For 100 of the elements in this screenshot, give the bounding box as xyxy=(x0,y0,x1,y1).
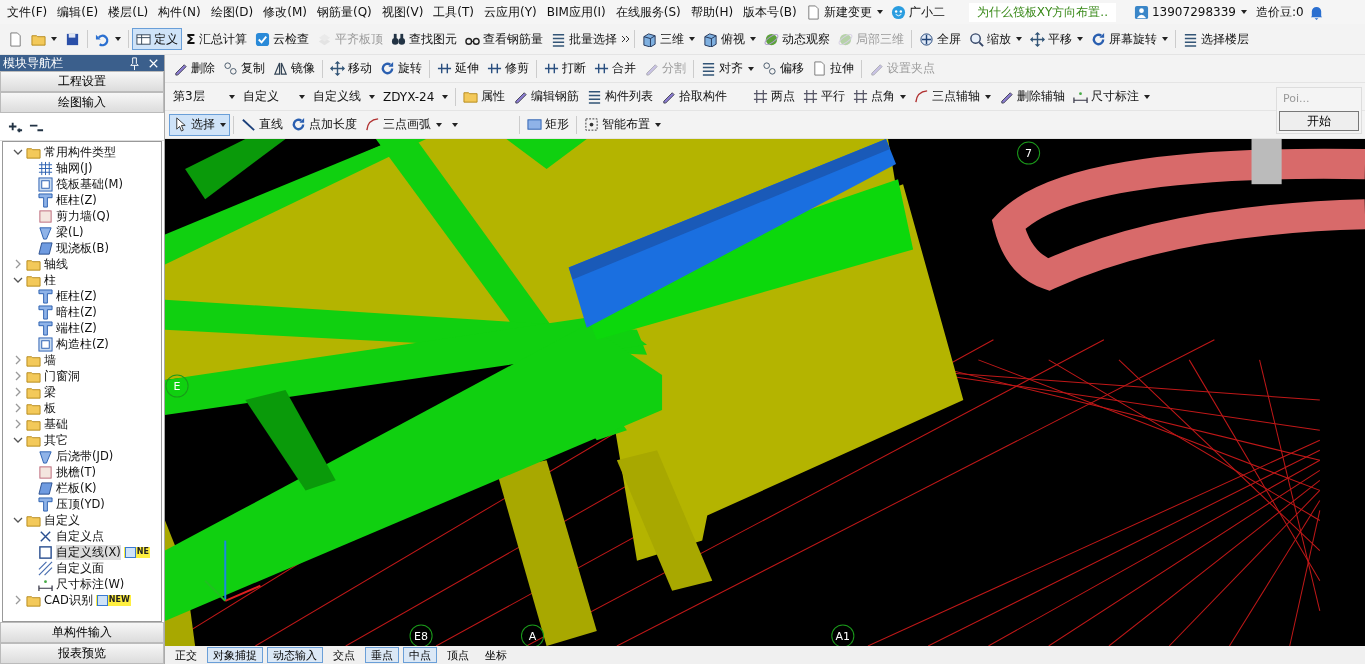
toolbar-button[interactable]: 直线 xyxy=(237,113,287,136)
dropdown-field[interactable]: ZDYX-24 xyxy=(379,86,453,107)
tree-item[interactable]: 自定义线(X) xyxy=(56,544,121,560)
expanded-chevron-icon[interactable] xyxy=(13,515,23,525)
dropdown-field[interactable]: 自定义线 xyxy=(309,86,379,107)
tree-item[interactable]: 柱 xyxy=(44,272,56,288)
toolbar-button[interactable]: 平移 xyxy=(1025,28,1087,50)
tree-item[interactable]: 现浇板(B) xyxy=(56,240,109,256)
tree-item[interactable]: 框柱(Z) xyxy=(56,192,97,208)
status-toggle[interactable]: 动态输入 xyxy=(267,647,323,663)
tree-item[interactable]: 压顶(YD) xyxy=(56,496,105,512)
toolbar-button[interactable]: 选择 xyxy=(169,113,230,136)
menu-item[interactable]: 文件(F) xyxy=(2,3,53,21)
tree-item[interactable]: 其它 xyxy=(44,432,68,448)
toolbar-button[interactable]: 查看钢筋量 xyxy=(460,28,547,50)
toolbar-button[interactable]: 三点画弧 xyxy=(361,113,446,136)
toolbar-button[interactable]: 偏移 xyxy=(758,57,808,80)
tree-item[interactable]: 基础 xyxy=(44,416,68,432)
toolbar-button[interactable]: 屏幕旋转 xyxy=(1086,28,1172,50)
toolbar-button[interactable]: 拾取构件 xyxy=(657,85,732,108)
toolbar-button[interactable]: 修剪 xyxy=(483,57,533,80)
toolbar-button[interactable]: 全屏 xyxy=(914,28,965,50)
tree-item[interactable]: 梁(L) xyxy=(56,224,84,240)
collapsed-chevron-icon[interactable] xyxy=(13,403,23,413)
toolbar-button[interactable]: 旋转 xyxy=(376,57,426,80)
menu-item[interactable]: 帮助(H) xyxy=(685,3,739,21)
pin-icon[interactable] xyxy=(127,55,142,71)
status-toggle[interactable]: 正交 xyxy=(169,647,203,663)
menu-item[interactable]: 视图(V) xyxy=(376,3,429,21)
toolbar-button[interactable]: Σ 汇总计算 xyxy=(182,28,251,50)
toolbar-button[interactable]: 构件列表 xyxy=(583,85,658,108)
status-toggle[interactable]: 对象捕捉 xyxy=(207,647,263,663)
tree-item[interactable]: 筏板基础(M) xyxy=(56,176,123,192)
collapsed-chevron-icon[interactable] xyxy=(13,387,23,397)
menu-item[interactable]: BIM应用(I) xyxy=(541,3,611,21)
collapsed-chevron-icon[interactable] xyxy=(13,371,23,381)
panel-button[interactable]: 单构件输入 xyxy=(0,622,164,643)
toolbar-button[interactable]: 合并 xyxy=(590,57,640,80)
toolbar-button[interactable]: 编辑钢筋 xyxy=(509,85,584,108)
toolbar-button[interactable]: 三维 xyxy=(637,28,699,50)
tree-item[interactable]: 挑檐(T) xyxy=(56,464,96,480)
status-toggle[interactable]: 垂点 xyxy=(365,647,399,663)
toolbar-button[interactable]: 云检查 xyxy=(250,28,313,50)
toolbar-button[interactable]: 对齐 xyxy=(697,57,758,80)
toolbar-button[interactable]: 批量选择 xyxy=(546,28,621,50)
tree-item[interactable]: CAD识别 xyxy=(44,592,93,608)
tree-item[interactable]: 门窗洞 xyxy=(44,368,80,384)
tree-item[interactable]: 栏板(K) xyxy=(56,480,97,496)
new-change-button[interactable]: 新建变更 xyxy=(801,1,887,23)
toolbar-button[interactable]: 删除 xyxy=(169,57,219,80)
dropdown-field[interactable]: 第3层 xyxy=(169,86,239,107)
toolbar-button[interactable]: 移动 xyxy=(326,57,376,80)
tree-item[interactable]: 构造柱(Z) xyxy=(56,336,109,352)
tree-item[interactable]: 暗柱(Z) xyxy=(56,304,97,320)
toolbar-button[interactable]: 尺寸标注 xyxy=(1069,85,1155,108)
toolbar-button[interactable]: 两点 xyxy=(749,85,800,108)
tree-item[interactable]: 轴线 xyxy=(44,256,68,272)
tree-item[interactable]: 板 xyxy=(44,400,56,416)
toolbar-button[interactable]: 复制 xyxy=(219,57,269,80)
toolbar-button[interactable]: 延伸 xyxy=(433,57,483,80)
status-toggle[interactable]: 交点 xyxy=(327,647,361,663)
collapsed-chevron-icon[interactable] xyxy=(13,595,23,605)
tree-item[interactable]: 梁 xyxy=(44,384,56,400)
panel-button[interactable]: 报表预览 xyxy=(0,643,164,664)
tree-item[interactable]: 尺寸标注(W) xyxy=(56,576,125,592)
menu-item[interactable]: 楼层(L) xyxy=(103,3,154,21)
tree-item[interactable]: 轴网(J) xyxy=(56,160,93,176)
panel-button[interactable]: 工程设置 xyxy=(0,71,164,92)
toolbar-button[interactable]: 点角 xyxy=(849,85,911,108)
toolbar-button[interactable]: 镜像 xyxy=(269,57,319,80)
toolbar-button[interactable]: 智能布置 xyxy=(580,113,665,136)
menu-item[interactable]: 构件(N) xyxy=(153,3,206,21)
question-link[interactable]: 为什么筏板XY方向布置.. xyxy=(968,2,1116,22)
toolbar-button[interactable]: 俯视 xyxy=(698,28,760,50)
toolbar-button[interactable]: 属性 xyxy=(459,85,510,108)
menu-item[interactable]: 工具(T) xyxy=(428,3,480,21)
menu-item[interactable]: 绘图(D) xyxy=(205,3,259,21)
menu-item[interactable]: 修改(M) xyxy=(258,3,312,21)
toolbar-button[interactable]: 打断 xyxy=(540,57,590,80)
assistant-button[interactable]: 广小二 xyxy=(886,1,949,23)
start-button[interactable]: 开始 xyxy=(1279,111,1359,131)
tree-item[interactable]: 常用构件类型 xyxy=(44,144,116,160)
toolbar-button[interactable]: 平行 xyxy=(799,85,850,108)
tree-item[interactable]: 墙 xyxy=(44,352,56,368)
menu-item[interactable]: 版本号(B) xyxy=(738,3,802,21)
menu-item[interactable]: 在线服务(S) xyxy=(610,3,686,21)
tree-item[interactable]: 后浇带(JD) xyxy=(56,448,114,464)
overflow-chevron-icon[interactable] xyxy=(620,34,631,44)
expanded-chevron-icon[interactable] xyxy=(13,435,23,445)
toolbar-button[interactable]: 定义 xyxy=(132,28,182,50)
tree-item[interactable]: 剪力墙(Q) xyxy=(56,208,111,224)
toolbar-button[interactable]: 查找图元 xyxy=(386,28,461,50)
toolbar-button[interactable]: 选择楼层 xyxy=(1178,28,1253,50)
panel-button[interactable]: 绘图输入 xyxy=(0,92,164,113)
toolbar-button[interactable]: 删除辅轴 xyxy=(995,85,1070,108)
menu-item[interactable]: 云应用(Y) xyxy=(479,3,542,21)
collapsed-chevron-icon[interactable] xyxy=(13,259,23,269)
toolbar-button[interactable]: 拉伸 xyxy=(808,57,858,80)
expanded-chevron-icon[interactable] xyxy=(13,275,23,285)
menu-item[interactable]: 编辑(E) xyxy=(52,3,104,21)
